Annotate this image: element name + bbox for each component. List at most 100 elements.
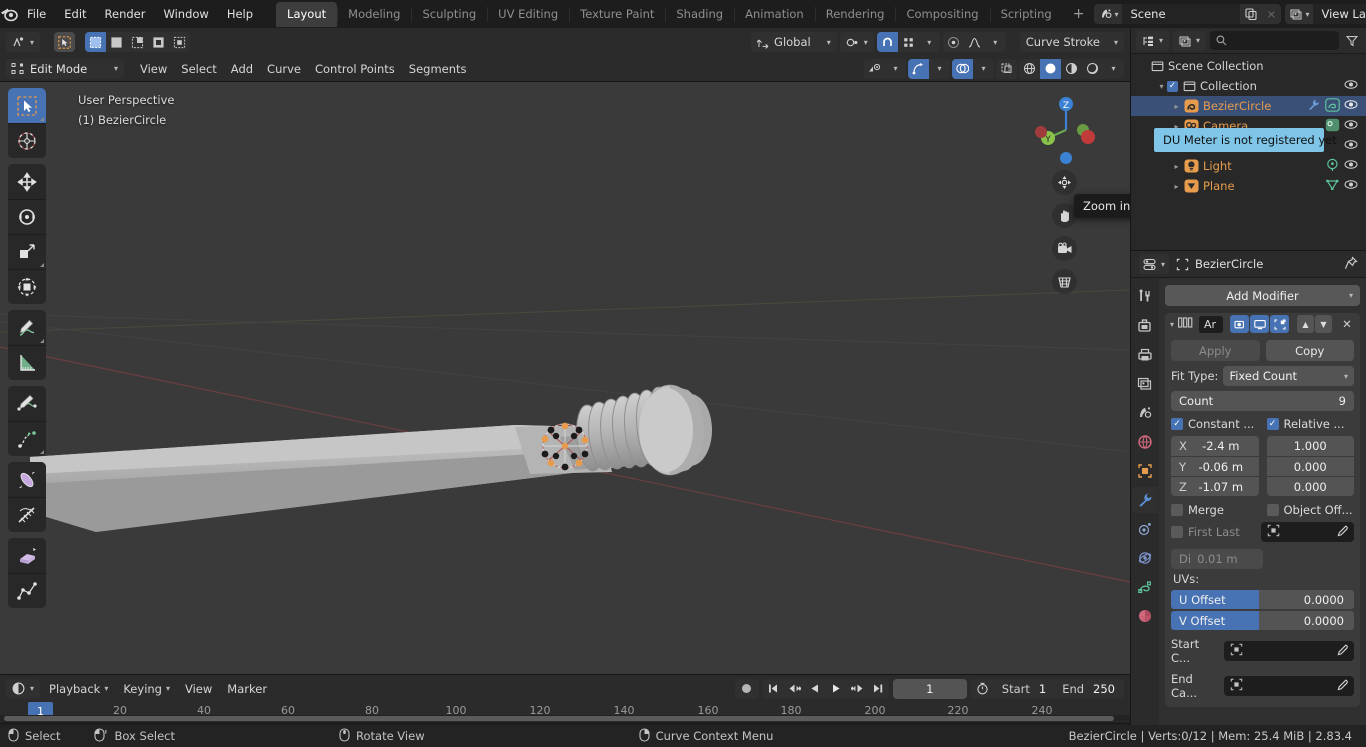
relative-offset-toggle[interactable]: ✓ Relative ...	[1266, 417, 1355, 431]
next-keyframe-icon[interactable]	[847, 679, 868, 699]
menu-help[interactable]: Help	[218, 4, 262, 24]
disclosure-triangle-icon[interactable]: ▸	[1171, 102, 1182, 111]
play-icon[interactable]	[826, 679, 847, 699]
measure-tool[interactable]	[8, 345, 46, 380]
object-offset-field[interactable]	[1260, 522, 1354, 542]
subtract-select-icon[interactable]	[127, 32, 148, 52]
properties-tab-output[interactable]	[1132, 342, 1158, 368]
fit-type-dropdown[interactable]: Fixed Count ▾	[1223, 366, 1354, 386]
tab-texture-paint[interactable]: Texture Paint	[569, 2, 665, 27]
scale-tool[interactable]	[8, 234, 46, 269]
scene-name-field[interactable]: Scene	[1122, 4, 1241, 24]
end-frame-value[interactable]: 250	[1091, 682, 1124, 696]
disclosure-triangle-icon[interactable]: ▸	[1171, 182, 1182, 191]
properties-tab-view-layer[interactable]	[1132, 371, 1158, 397]
pin-icon[interactable]	[1344, 255, 1358, 273]
blender-logo-icon[interactable]	[0, 6, 18, 22]
collection-checkbox[interactable]: ✓	[1167, 80, 1178, 92]
first-last-toggle[interactable]: First Last	[1171, 522, 1253, 542]
tab-uv-editing[interactable]: UV Editing	[487, 2, 569, 27]
timeline-editor-type-selector[interactable]: ▾	[6, 678, 41, 699]
hide-in-viewport-icon[interactable]	[1344, 119, 1358, 133]
radius-tool[interactable]	[8, 462, 46, 497]
tab-compositing[interactable]: Compositing	[895, 2, 989, 27]
tab-rendering[interactable]: Rendering	[814, 2, 896, 27]
falloff-dropdown-chevron-icon[interactable]: ▾	[985, 32, 1006, 52]
snap-increment-icon[interactable]	[898, 32, 919, 52]
rotate-tool[interactable]	[8, 199, 46, 234]
relative-offset-z[interactable]: 0.000	[1266, 476, 1354, 496]
disclosure-triangle-icon[interactable]: ▸	[1171, 162, 1182, 171]
curve-data-icon[interactable]	[1325, 97, 1340, 115]
intersect-select-icon[interactable]	[169, 32, 190, 52]
hide-in-viewport-icon[interactable]	[1344, 179, 1358, 193]
rendered-shading-icon[interactable]	[1082, 59, 1103, 79]
modifier-expand-icon[interactable]: ▾	[1170, 320, 1174, 329]
constant-offset-y[interactable]: Y -0.06 m	[1171, 456, 1259, 476]
zoom-icon[interactable]	[1052, 170, 1077, 195]
constant-offset-x[interactable]: X -2.4 m	[1171, 436, 1259, 456]
relative-offset-x[interactable]: 1.000	[1266, 436, 1354, 456]
properties-tab-object[interactable]	[1132, 458, 1158, 484]
timeline-menu-keying[interactable]: Keying ▾	[117, 679, 176, 699]
draw-curve-tool[interactable]	[8, 386, 46, 421]
properties-tab-render[interactable]	[1132, 313, 1158, 339]
overlays-dropdown-chevron-icon[interactable]: ▾	[973, 59, 994, 79]
annotate-tool[interactable]	[8, 310, 46, 345]
menu-segments[interactable]: Segments	[403, 59, 473, 79]
properties-tab-scene[interactable]	[1132, 400, 1158, 426]
u-offset-slider[interactable]: U Offset 0.0000	[1171, 590, 1354, 609]
solid-shading-icon[interactable]	[1040, 58, 1061, 79]
tilt-tool[interactable]	[8, 497, 46, 532]
object-visibility-icon[interactable]	[864, 59, 885, 79]
timeline-menu-marker[interactable]: Marker	[221, 679, 273, 699]
menu-edit[interactable]: Edit	[55, 4, 95, 24]
properties-tab-modifier[interactable]	[1132, 487, 1158, 513]
render-visibility-icon[interactable]	[1230, 315, 1250, 333]
view-layer-browse-icon[interactable]: ▾	[1285, 4, 1314, 24]
end-cap-field[interactable]	[1224, 676, 1354, 696]
edit-mode-visibility-icon[interactable]	[1270, 315, 1290, 333]
properties-tab-world[interactable]	[1132, 429, 1158, 455]
shear-cube-tool[interactable]	[8, 538, 46, 573]
count-field[interactable]: Count 9	[1171, 391, 1354, 411]
camera-data-icon[interactable]	[1325, 118, 1340, 135]
timeline-menu-view[interactable]: View	[179, 679, 218, 699]
magnet-icon[interactable]	[876, 32, 898, 52]
apply-modifier-button[interactable]: Apply	[1171, 340, 1260, 361]
menu-window[interactable]: Window	[154, 4, 217, 24]
view-layer-name-field[interactable]: View Layer	[1313, 4, 1366, 24]
eyedropper-icon[interactable]	[1336, 525, 1348, 540]
transform-tool[interactable]	[8, 269, 46, 304]
editor-type-selector[interactable]: ▾	[6, 32, 41, 52]
jump-end-icon[interactable]	[868, 679, 889, 699]
current-frame-field[interactable]: 1	[892, 678, 967, 699]
constant-offset-z[interactable]: Z -1.07 m	[1171, 476, 1259, 496]
extend-select-icon[interactable]	[106, 32, 127, 52]
cursor-tool[interactable]	[8, 123, 46, 158]
tweak-select-icon[interactable]	[54, 32, 76, 52]
menu-view[interactable]: View	[134, 59, 173, 79]
outliner-filter-id-selector[interactable]: ▾	[1173, 30, 1207, 51]
gizmo-dropdown-chevron-icon[interactable]: ▾	[929, 59, 950, 79]
remove-modifier-button[interactable]: ✕	[1339, 315, 1355, 333]
properties-tab-particles[interactable]	[1132, 516, 1158, 542]
menu-curve[interactable]: Curve	[261, 59, 307, 79]
outliner-row-collection[interactable]: ▾ ✓ Collection	[1131, 76, 1366, 96]
tab-modeling[interactable]: Modeling	[337, 2, 411, 27]
material-shading-icon[interactable]	[1061, 59, 1082, 79]
invert-select-icon[interactable]	[148, 32, 169, 52]
hide-in-viewport-icon[interactable]	[1344, 79, 1358, 93]
pivot-point-selector[interactable]: ▾	[839, 32, 874, 52]
properties-tab-object-data[interactable]	[1132, 574, 1158, 600]
constant-offset-toggle[interactable]: ✓ Constant ...	[1171, 417, 1259, 431]
menu-add[interactable]: Add	[225, 59, 259, 79]
viewport-visibility-icon[interactable]	[1250, 315, 1270, 333]
menu-render[interactable]: Render	[96, 4, 155, 24]
gizmo-icon[interactable]	[908, 58, 929, 79]
modifier-wrench-icon[interactable]	[1307, 98, 1320, 114]
menu-select[interactable]: Select	[175, 59, 222, 79]
randomize-tool[interactable]	[8, 573, 46, 608]
new-scene-icon[interactable]	[1240, 4, 1262, 24]
tab-shading[interactable]: Shading	[665, 2, 734, 27]
